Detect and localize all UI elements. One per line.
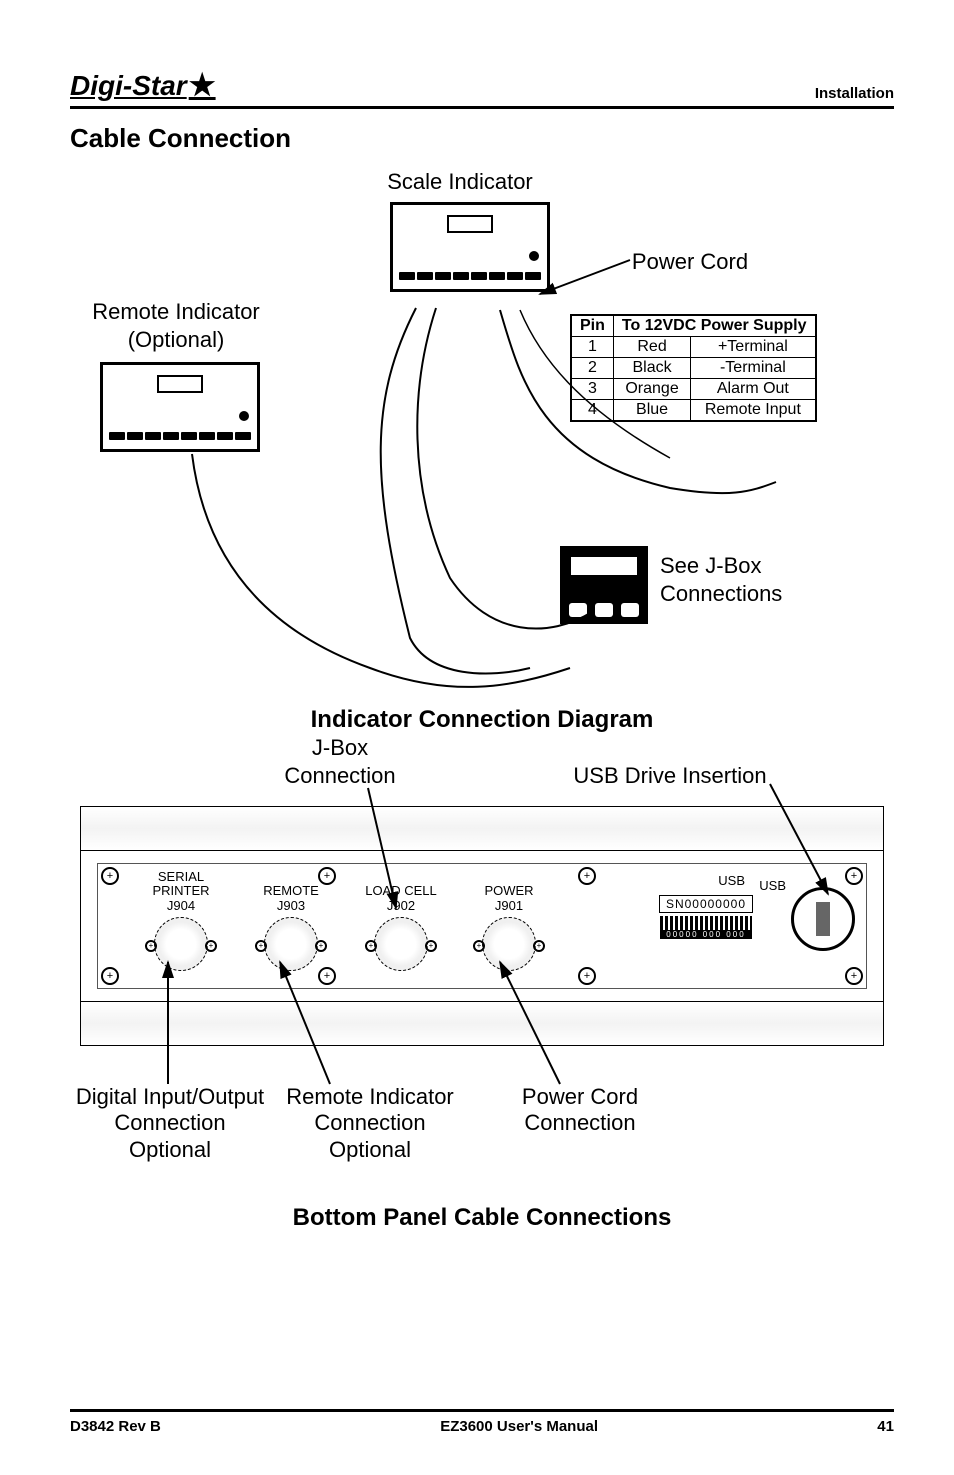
serial-number: SN00000000: [659, 895, 753, 913]
load-cell-port: LOAD CELLJ902: [358, 870, 444, 971]
scale-indicator-label: Scale Indicator: [350, 168, 570, 196]
power-port: POWERJ901: [466, 870, 552, 971]
pin-table: Pin To 12VDC Power Supply 1Red+Terminal …: [570, 314, 817, 422]
serial-printer-port: SERIALPRINTERJ904: [138, 870, 224, 971]
serial-number-block: SN00000000 00000 000 000: [659, 895, 753, 939]
bottom-panel: SERIALPRINTERJ904 REMOTEJ903 LOAD CELLJ9…: [80, 806, 884, 1046]
table-row: 1Red+Terminal: [571, 337, 816, 358]
pin-header: Pin: [571, 315, 613, 337]
barcode-icon: [660, 916, 752, 930]
brand-logo: Digi-Star★: [70, 70, 216, 102]
footer-left: D3842 Rev B: [70, 1418, 161, 1435]
remote-indicator-label: Remote Indicator (Optional): [66, 298, 286, 353]
brand-text: Digi-Star: [70, 70, 187, 102]
indicator-connection-diagram: Scale Indicator Power Cord Remote Indica…: [70, 158, 894, 698]
table-row: 2Black-Terminal: [571, 358, 816, 379]
jbox-connection-label: J-Box Connection: [250, 734, 430, 789]
jbox-device: [560, 546, 648, 624]
section-label: Installation: [815, 85, 894, 102]
digital-io-callout: Digital Input/Output Connection Optional: [50, 1084, 290, 1163]
table-row: 3OrangeAlarm Out: [571, 379, 816, 400]
usb-slot-icon: [816, 902, 830, 936]
power-conn-callout: Power Cord Connection: [490, 1084, 670, 1137]
table-row: 4BlueRemote Input: [571, 400, 816, 422]
footer-right: 41: [877, 1418, 894, 1435]
usb-drive-label: USB Drive Insertion: [540, 762, 800, 790]
page-footer: D3842 Rev B EZ3600 User's Manual 41: [70, 1409, 894, 1435]
remote-port: REMOTEJ903: [248, 870, 334, 971]
remote-conn-callout: Remote Indicator Connection Optional: [260, 1084, 480, 1163]
usb-text: USB: [718, 873, 745, 888]
page-title: Cable Connection: [70, 123, 894, 154]
remote-indicator-device: [100, 362, 260, 452]
usb-slot: [791, 887, 855, 951]
scale-indicator-device: [390, 202, 550, 292]
bottom-panel-diagram: J-Box Connection USB Drive Insertion SER…: [70, 734, 894, 1204]
jbox-label: See J-Box Connections: [660, 552, 820, 607]
diagram2-title: Bottom Panel Cable Connections: [70, 1204, 894, 1232]
footer-center: EZ3600 User's Manual: [440, 1418, 598, 1435]
power-cord-label: Power Cord: [610, 248, 770, 276]
power-supply-header: To 12VDC Power Supply: [613, 315, 815, 337]
diagram1-title: Indicator Connection Diagram: [70, 706, 894, 734]
star-icon: ★: [189, 71, 216, 101]
